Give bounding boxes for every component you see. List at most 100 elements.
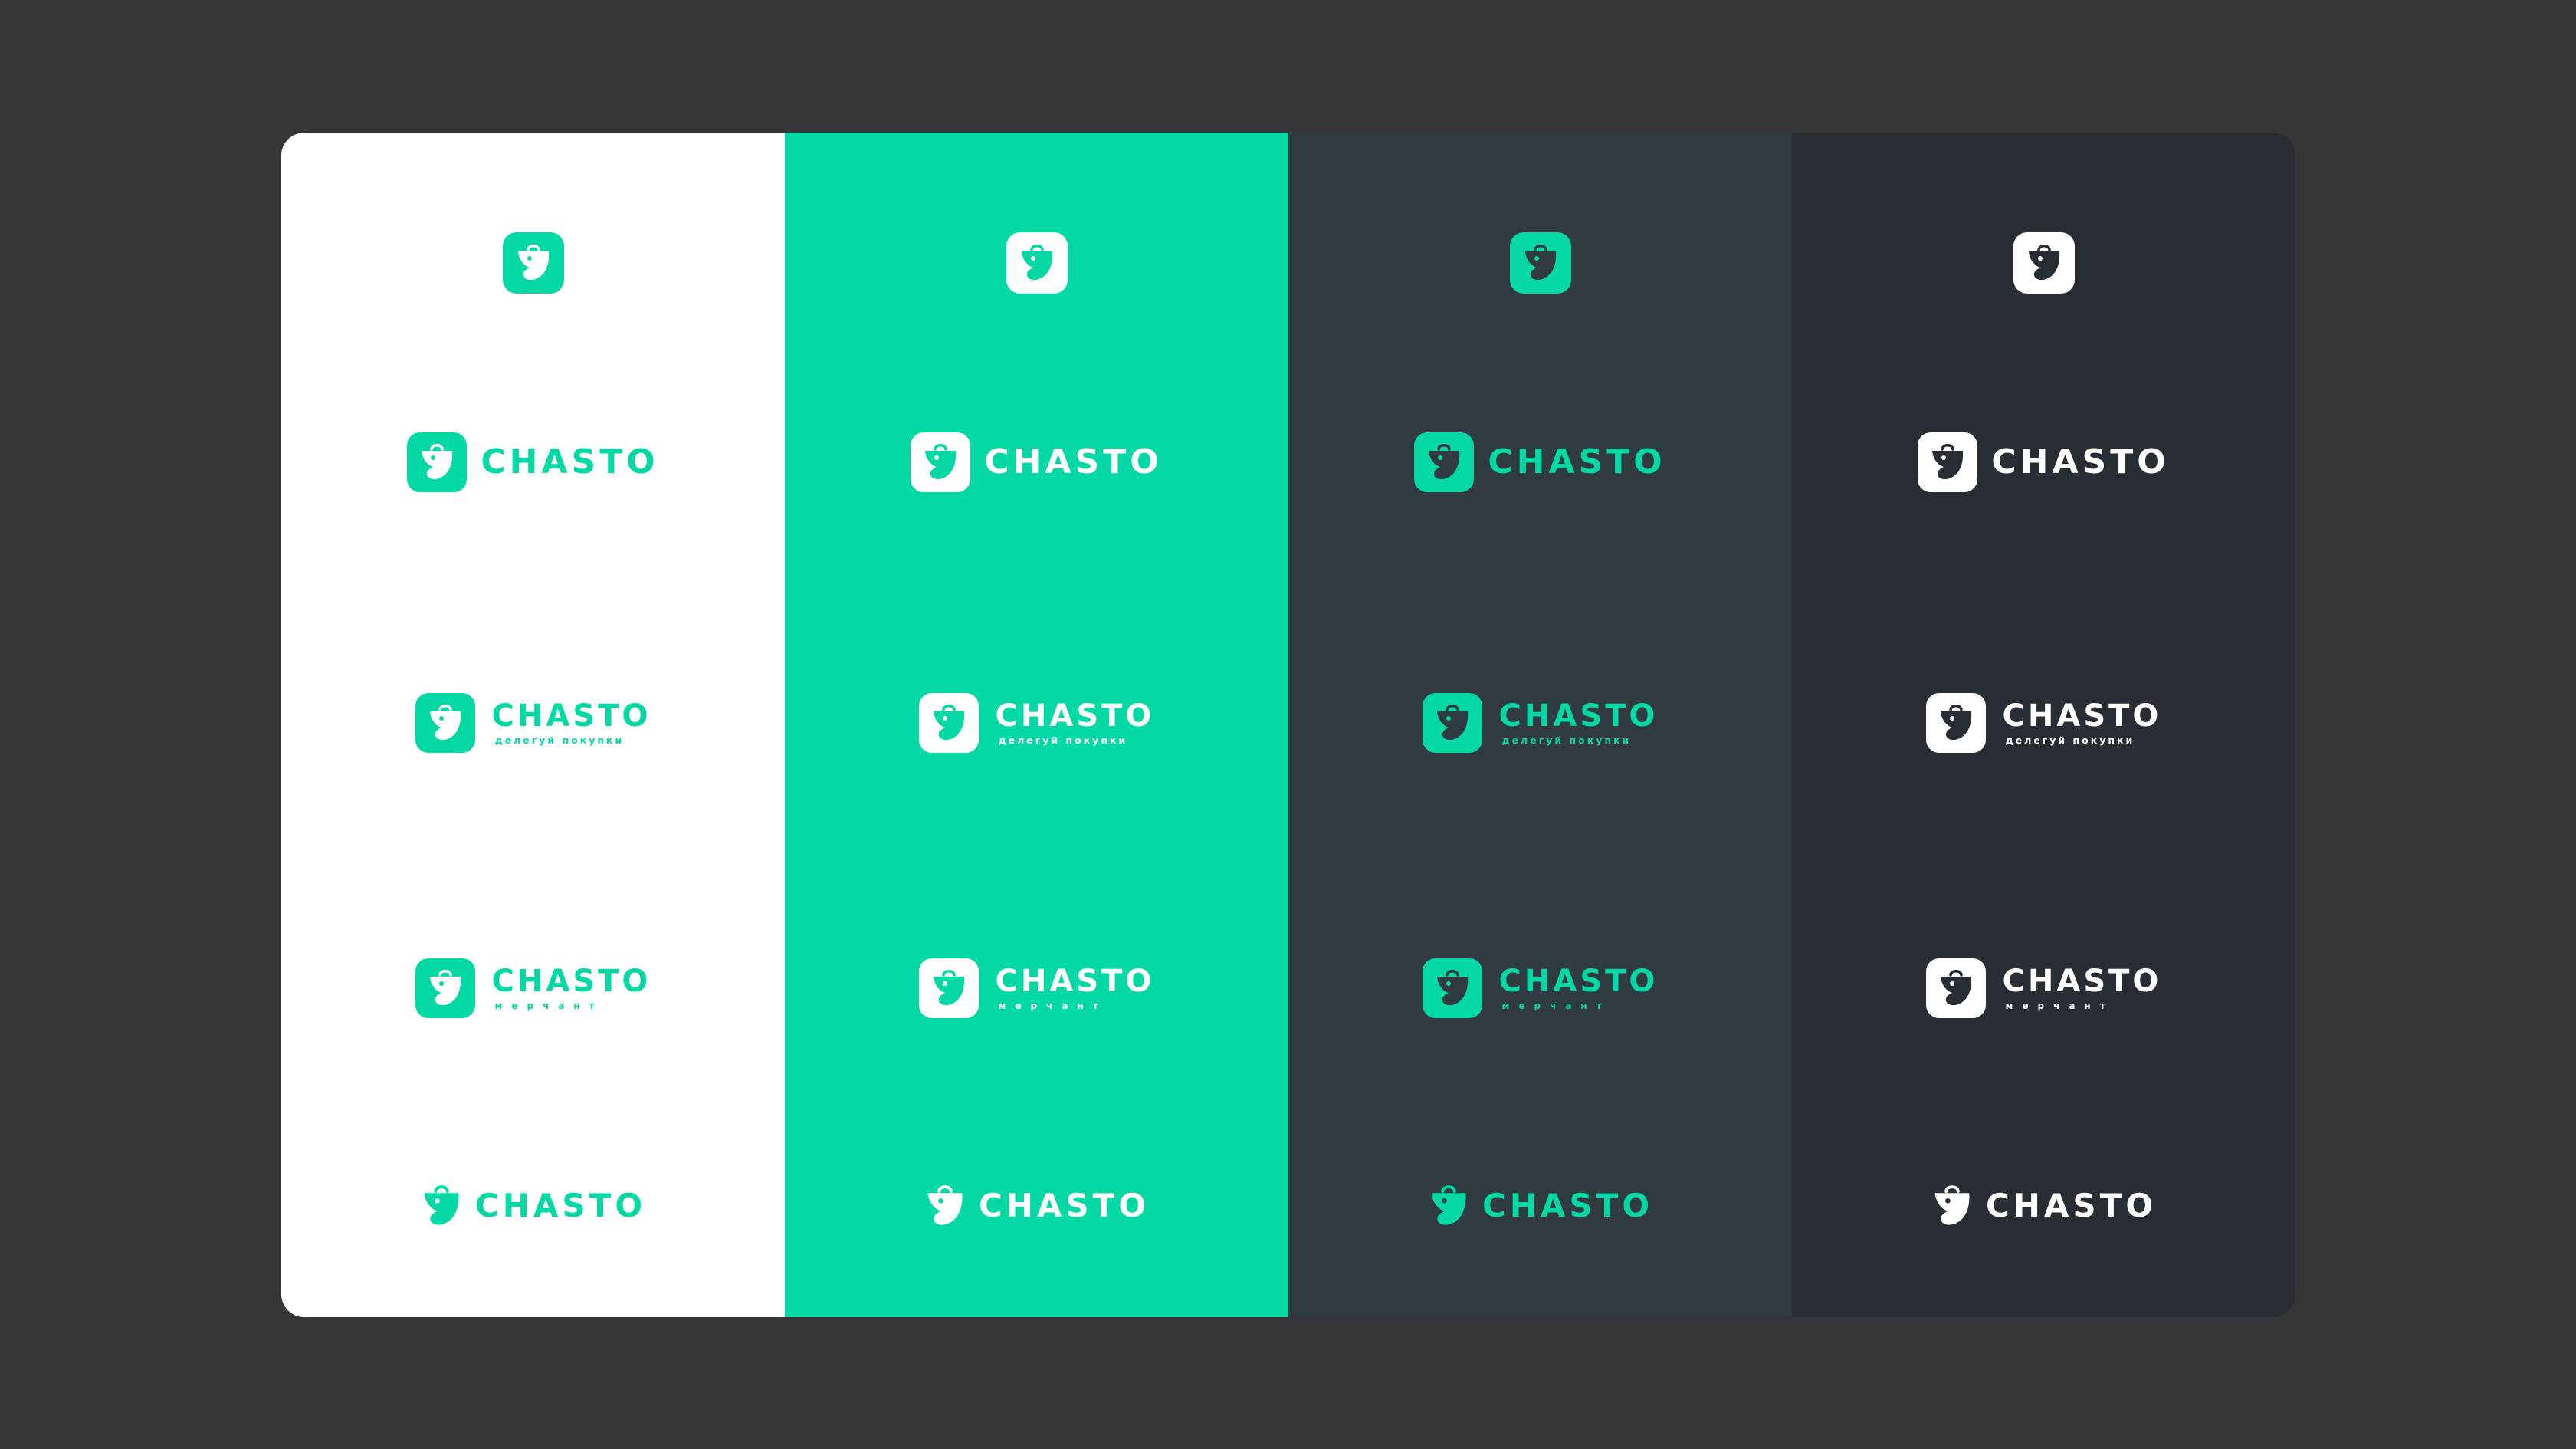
wordmark: CHASTO — [1991, 442, 2170, 481]
tagline-lockup-slot: CHASTO делегуй покупки — [1792, 662, 2295, 784]
wordmark-stack: CHASTO мерчант — [2003, 966, 2162, 1010]
shopping-bag-mascot-icon — [424, 1185, 459, 1225]
tagline-lockup: CHASTO делегуй покупки — [918, 693, 1155, 753]
shopping-bag-mascot-icon — [429, 970, 461, 1006]
shopping-bag-mascot-icon — [429, 705, 461, 741]
tagline-lockup-slot: CHASTO делегуй покупки — [785, 662, 1288, 784]
logo-column-1: CHASTO CHASTO делегуй покупки CHASTO мер… — [281, 133, 785, 1317]
wordmark: CHASTO — [1498, 964, 1659, 999]
logo-column-2: CHASTO CHASTO делегуй покупки CHASTO мер… — [785, 133, 1288, 1317]
wordmark-stack: CHASTO мерчант — [492, 966, 651, 1010]
tagline-merchant: мерчант — [998, 1001, 1108, 1011]
wordmark: CHASTO — [978, 1187, 1150, 1224]
shopping-bag-mascot-icon — [517, 245, 549, 281]
merchant-lockup-slot: CHASTO мерчант — [1288, 927, 1792, 1050]
tagline-lockup-slot: CHASTO делегуй покупки — [281, 662, 785, 784]
app-icon-tile — [2013, 232, 2075, 294]
tagline-merchant: мерчант — [1501, 1001, 1611, 1011]
logo-column-4: CHASTO CHASTO делегуй покупки CHASTO мер… — [1792, 133, 2295, 1317]
shopping-bag-mascot-icon — [2028, 245, 2059, 281]
tagline-lockup: CHASTO делегуй покупки — [1925, 693, 2162, 753]
wordmark: CHASTO — [491, 964, 651, 999]
bare-lockup: CHASTO — [924, 1184, 1150, 1228]
wordmark: CHASTO — [1488, 442, 1666, 481]
merchant-lockup: CHASTO мерчант — [1422, 958, 1659, 1018]
wordmark: CHASTO — [2002, 964, 2162, 999]
app-icon-slot — [785, 209, 1288, 317]
logo-tile — [415, 693, 475, 753]
logo-tile — [415, 958, 475, 1018]
tagline-lockup: CHASTO делегуй покупки — [1422, 693, 1659, 753]
wordmark: CHASTO — [2002, 698, 2162, 734]
shopping-bag-mascot-icon — [1436, 705, 1468, 741]
wordmark: CHASTO — [474, 1187, 647, 1224]
shopping-bag-mascot-icon — [1436, 970, 1468, 1006]
wordmark-stack: CHASTO делегуй покупки — [492, 701, 651, 746]
logo-tile — [1414, 432, 1475, 492]
merchant-lockup: CHASTO мерчант — [1925, 958, 2162, 1018]
primary-lockup: CHASTO — [1414, 432, 1665, 492]
logo-tile — [911, 432, 971, 492]
bare-lockup-slot: CHASTO — [1288, 1160, 1792, 1252]
tagline-lockup: CHASTO делегуй покупки — [415, 693, 651, 753]
wordmark: CHASTO — [1498, 698, 1659, 734]
shopping-bag-mascot-icon — [1429, 444, 1460, 480]
tagline-merchant: мерчант — [494, 1001, 604, 1011]
primary-lockup: CHASTO — [911, 432, 1162, 492]
wordmark: CHASTO — [491, 698, 651, 734]
shopping-bag-mascot-icon — [1524, 245, 1556, 281]
merchant-lockup-slot: CHASTO мерчант — [1792, 927, 2295, 1050]
wordmark-stack: CHASTO мерчант — [996, 966, 1155, 1010]
wordmark-stack: CHASTO делегуй покупки — [2003, 701, 2162, 746]
tagline-shopping: делегуй покупки — [494, 734, 625, 746]
primary-lockup: CHASTO — [1918, 432, 2169, 492]
primary-lockup-slot: CHASTO — [1792, 409, 2295, 516]
primary-lockup-slot: CHASTO — [785, 409, 1288, 516]
shopping-bag-mascot-icon — [1940, 970, 1971, 1006]
merchant-lockup: CHASTO мерчант — [918, 958, 1155, 1018]
shopping-bag-mascot-icon — [927, 1185, 963, 1225]
wordmark-stack: CHASTO делегуй покупки — [996, 701, 1155, 746]
app-icon-slot — [281, 209, 785, 317]
bare-lockup: CHASTO — [420, 1184, 646, 1228]
app-icon-tile — [502, 232, 564, 294]
bare-lockup: CHASTO — [1931, 1184, 2157, 1228]
logo-column-3: CHASTO CHASTO делегуй покупки CHASTO мер… — [1288, 133, 1792, 1317]
shopping-bag-mascot-icon — [1021, 245, 1052, 281]
shopping-bag-mascot-icon — [422, 444, 453, 480]
tagline-shopping: делегуй покупки — [2005, 734, 2135, 746]
app-icon-slot — [1288, 209, 1792, 317]
logo-tile — [407, 432, 468, 492]
primary-lockup-slot: CHASTO — [281, 409, 785, 516]
bare-lockup: CHASTO — [1427, 1184, 1653, 1228]
shopping-bag-mascot-icon — [933, 705, 964, 741]
wordmark-stack: CHASTO делегуй покупки — [1499, 701, 1659, 746]
bare-lockup-slot: CHASTO — [1792, 1160, 2295, 1252]
shopping-bag-mascot-icon — [1431, 1185, 1466, 1225]
merchant-lockup-slot: CHASTO мерчант — [281, 927, 785, 1050]
primary-lockup: CHASTO — [407, 432, 658, 492]
wordmark: CHASTO — [995, 964, 1155, 999]
tagline-shopping: делегуй покупки — [1501, 734, 1632, 746]
logo-tile — [1422, 693, 1482, 753]
logo-tile — [918, 958, 979, 1018]
tagline-merchant: мерчант — [2005, 1001, 2115, 1011]
tagline-shopping: делегуй покупки — [998, 734, 1128, 746]
app-icon-tile — [1006, 232, 1068, 294]
wordmark: CHASTO — [1482, 1187, 1654, 1224]
shopping-bag-mascot-icon — [925, 444, 957, 480]
wordmark: CHASTO — [481, 442, 659, 481]
bare-lockup-slot: CHASTO — [785, 1160, 1288, 1252]
logo-tile — [1925, 958, 1986, 1018]
merchant-lockup-slot: CHASTO мерчант — [785, 927, 1288, 1050]
app-icon-tile — [1509, 232, 1571, 294]
logo-variant-board: CHASTO CHASTO делегуй покупки CHASTO мер… — [281, 133, 2295, 1317]
merchant-lockup: CHASTO мерчант — [415, 958, 651, 1018]
shopping-bag-mascot-icon — [1934, 1185, 1970, 1225]
wordmark: CHASTO — [984, 442, 1163, 481]
logo-tile — [1422, 958, 1482, 1018]
shopping-bag-mascot-icon — [933, 970, 964, 1006]
logo-tile — [1925, 693, 1986, 753]
wordmark: CHASTO — [995, 698, 1155, 734]
shopping-bag-mascot-icon — [1940, 705, 1971, 741]
